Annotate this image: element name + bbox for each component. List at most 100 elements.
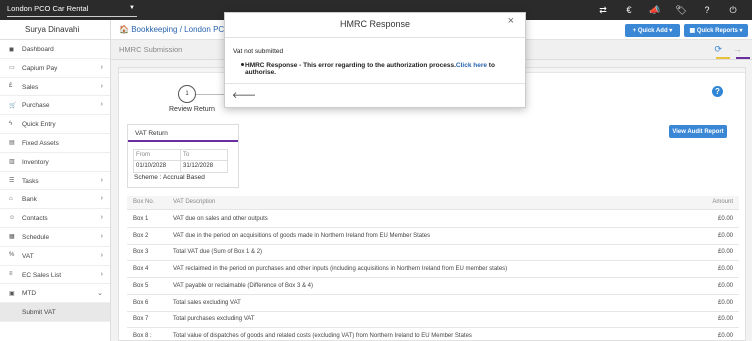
sidebar-item-capium-pay[interactable]: ▭ Capium Pay › xyxy=(0,59,110,78)
step-indicator: 1 xyxy=(178,85,196,103)
row-description: Total purchases excluding VAT xyxy=(173,316,255,323)
sidebar-item-quick-entry[interactable]: ϟ Quick Entry xyxy=(0,115,110,134)
sidebar-item-sales[interactable]: £ Sales › xyxy=(0,78,110,97)
euro-icon[interactable]: € xyxy=(616,3,642,17)
company-selector[interactable]: London PCO Car Rental ▼ xyxy=(7,4,137,17)
help-icon[interactable]: ? xyxy=(712,86,723,97)
inventory-icon: ▥ xyxy=(9,159,15,166)
scheme-text: Scheme : Accrual Based xyxy=(134,174,205,181)
sidebar-item-label: MTD xyxy=(22,290,37,298)
authorise-link[interactable]: Click here xyxy=(456,62,487,69)
sidebar-item-ec-sales-list[interactable]: ≡ EC Sales List › xyxy=(0,266,110,285)
row-amount: £0.00 xyxy=(717,216,733,222)
row-amount: £0.00 xyxy=(717,282,733,289)
back-arrow-icon[interactable]: 🡐 xyxy=(232,90,256,101)
quick-reports-button[interactable]: ▦ Quick Reports ▾ xyxy=(684,24,748,37)
row-amount: £0.00 xyxy=(717,249,733,256)
table-row: Box 7 Total purchases excluding VAT £0.00 xyxy=(127,311,739,329)
home-icon[interactable]: 🏠 xyxy=(119,25,129,34)
row-description: VAT payable or reclaimable (Difference o… xyxy=(173,282,313,289)
row-amount: £0.00 xyxy=(717,332,733,339)
accent-strip-yellow xyxy=(716,57,730,59)
arrow-right-icon[interactable]: → xyxy=(733,44,742,54)
page-title: HMRC Submission xyxy=(119,45,183,54)
chevron-right-icon: › xyxy=(100,101,103,109)
sidebar-item-label: Contacts xyxy=(22,215,48,223)
table-row: Box 2 VAT due in the period on acquisitio… xyxy=(127,228,739,245)
table-row: Box 8 : Total value of dispatches of good… xyxy=(127,328,739,341)
sidebar-item-bank[interactable]: ⌂ Bank › xyxy=(0,190,110,210)
refresh-icon[interactable]: ⟳ xyxy=(714,44,722,55)
modal-bullet-text: HMRC Response - This error regarding to … xyxy=(245,62,495,76)
sidebar-item-contacts[interactable]: ☺ Contacts › xyxy=(0,209,110,228)
chevron-down-icon: ▾ xyxy=(737,28,743,34)
sidebar-item-label: VAT xyxy=(22,252,34,260)
assets-icon: ▤ xyxy=(9,140,15,147)
sidebar-item-inventory[interactable]: ▥ Inventory xyxy=(0,153,110,172)
help-icon[interactable]: ? xyxy=(694,3,720,17)
transfer-icon[interactable]: ⇄ xyxy=(590,3,616,17)
table-row: Box 6 Total sales excluding VAT £0.00 xyxy=(127,295,739,312)
col-box-no: Box No. xyxy=(133,199,155,205)
chevron-down-icon: ▼ xyxy=(129,5,135,11)
company-name: London PCO Car Rental xyxy=(7,4,89,13)
breadcrumb-bookkeeping[interactable]: Bookkeeping xyxy=(131,25,177,34)
chevron-right-icon: › xyxy=(100,195,103,203)
sidebar-item-label: Bank xyxy=(22,196,37,204)
chevron-right-icon: › xyxy=(100,270,103,278)
vat-return-title: VAT Return xyxy=(128,125,238,142)
mtd-icon: ▣ xyxy=(9,290,15,297)
sidebar-item-submit-vat[interactable]: Submit VAT xyxy=(0,303,110,322)
close-icon[interactable]: × xyxy=(508,15,514,27)
sidebar-item-tasks[interactable]: ☰ Tasks › xyxy=(0,172,110,191)
main-card: 1 Review Return ? View Audit Report VAT … xyxy=(118,67,746,341)
card-icon: ▭ xyxy=(9,65,15,72)
sidebar-item-schedule[interactable]: ▦ Schedule › xyxy=(0,228,110,247)
table-header: Box No. VAT Description Amount xyxy=(127,196,739,210)
bolt-icon: ϟ xyxy=(9,120,13,127)
sidebar-item-label: EC Sales List xyxy=(22,271,62,279)
cart-icon: 🛒 xyxy=(9,102,17,109)
chevron-right-icon: › xyxy=(100,82,103,90)
megaphone-icon[interactable]: 📣 xyxy=(642,3,668,17)
sidebar-item-label: Inventory xyxy=(22,158,49,166)
user-name: Surya Dinavahi xyxy=(0,20,110,40)
power-icon[interactable]: ⏻ xyxy=(720,3,746,17)
modal-message: Vat not submitted xyxy=(233,48,284,55)
calendar-icon: ▦ xyxy=(9,234,15,241)
row-description: VAT reclaimed in the period on purchases… xyxy=(173,266,508,273)
row-box: Box 2 xyxy=(133,232,149,239)
row-box: Box 1 xyxy=(133,216,149,222)
row-amount: £0.00 xyxy=(717,266,733,273)
hmrc-response-modal: HMRC Response × Vat not submitted HMRC R… xyxy=(224,12,526,108)
breadcrumb-separator: / xyxy=(179,25,182,34)
to-label: To xyxy=(181,150,227,161)
sidebar-item-purchase[interactable]: 🛒 Purchase › xyxy=(0,96,110,116)
dashboard-icon: ◼ xyxy=(9,46,14,53)
col-description: VAT Description xyxy=(173,199,216,205)
sidebar-item-label: Quick Entry xyxy=(22,121,56,129)
sidebar-item-fixed-assets[interactable]: ▤ Fixed Assets xyxy=(0,134,110,153)
sidebar-item-vat[interactable]: % VAT › xyxy=(0,247,110,266)
sidebar-item-label: Schedule xyxy=(22,233,50,241)
chevron-right-icon: › xyxy=(100,214,103,222)
chevron-right-icon: › xyxy=(100,63,103,71)
row-description: VAT due in the period on acquisitions of… xyxy=(173,232,431,239)
vat-icon: % xyxy=(9,252,15,259)
row-box: Box 6 xyxy=(133,299,149,306)
view-audit-report-button[interactable]: View Audit Report xyxy=(669,125,727,138)
row-box: Box 3 xyxy=(133,249,149,256)
sidebar-item-dashboard[interactable]: ◼ Dashboard xyxy=(0,40,110,59)
tasks-icon: ☰ xyxy=(9,178,15,185)
list-icon: ≡ xyxy=(9,271,13,278)
tag-icon[interactable]: 🏷 xyxy=(668,3,694,17)
chevron-down-icon: ⌄ xyxy=(97,290,103,298)
quick-add-button[interactable]: + Quick Add ▾ xyxy=(625,24,680,37)
sidebar-item-label: Tasks xyxy=(22,177,39,185)
sidebar: Surya Dinavahi ◼ Dashboard ▭ Capium Pay › £ Sa… xyxy=(0,20,111,341)
bank-icon: ⌂ xyxy=(9,195,13,202)
sidebar-item-mtd[interactable]: ▣ MTD ⌄ xyxy=(0,284,110,304)
row-description: Total sales excluding VAT xyxy=(173,299,241,306)
row-box: Box 8 : xyxy=(133,332,152,339)
to-date: 31/12/2028 xyxy=(183,163,214,169)
